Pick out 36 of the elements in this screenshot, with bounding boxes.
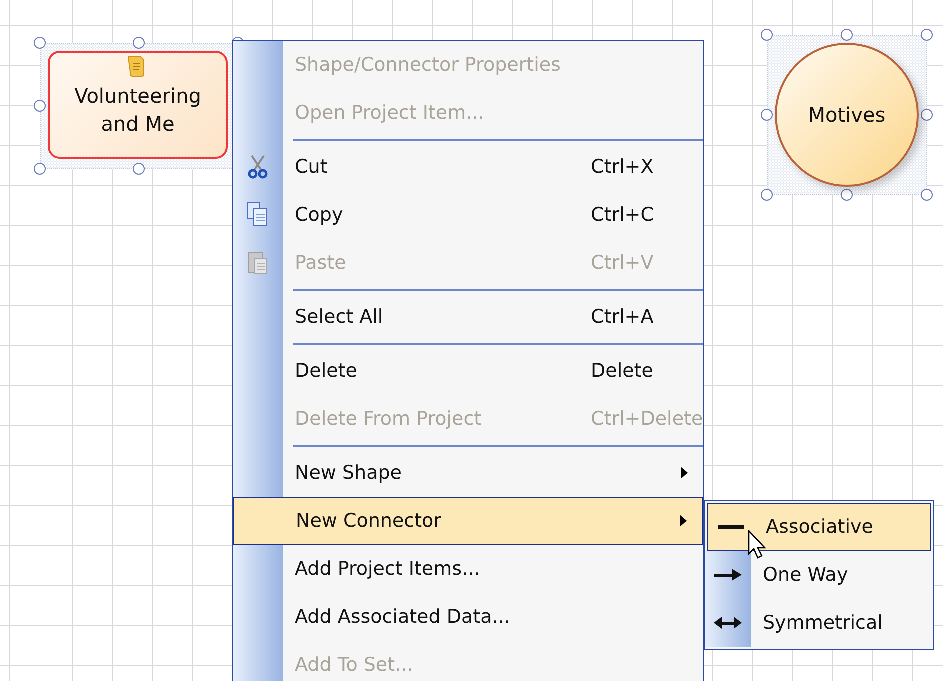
resize-handle[interactable]: [841, 189, 853, 201]
scissors-icon: [247, 154, 269, 180]
mouse-cursor-icon: [748, 530, 768, 560]
submenu-arrow-icon: [681, 467, 688, 479]
menu-item[interactable]: New Connector: [233, 497, 703, 545]
menu-item[interactable]: Add Project Items...: [233, 545, 703, 593]
resize-handle[interactable]: [921, 189, 933, 201]
resize-handle[interactable]: [34, 37, 46, 49]
menu-item[interactable]: Delete Delete: [233, 347, 703, 395]
menu-item[interactable]: Select All Ctrl+A: [233, 293, 703, 341]
resize-handle[interactable]: [761, 109, 773, 121]
resize-handle[interactable]: [133, 37, 145, 49]
double-arrow-icon: [714, 617, 742, 629]
submenu-arrow-icon: [680, 515, 687, 527]
diagram-shape[interactable]: Volunteering and Me: [48, 51, 228, 159]
copy-icon: [247, 202, 269, 228]
resize-handle[interactable]: [34, 163, 46, 175]
resize-handle[interactable]: [133, 163, 145, 175]
resize-handle[interactable]: [921, 109, 933, 121]
resize-handle[interactable]: [34, 100, 46, 112]
clipboard-icon: [247, 250, 269, 276]
note-icon[interactable]: [126, 55, 146, 79]
menu-item[interactable]: Symmetrical: [705, 599, 933, 647]
menu-item[interactable]: Cut Ctrl+X: [233, 143, 703, 191]
resize-handle[interactable]: [761, 189, 773, 201]
shape-label: Volunteering and Me: [74, 83, 202, 138]
resize-handle[interactable]: [841, 29, 853, 41]
arrow-icon: [714, 569, 742, 581]
menu-item[interactable]: Add Associated Data...: [233, 593, 703, 641]
menu-item[interactable]: New Shape: [233, 449, 703, 497]
shape-label: Motives: [808, 102, 886, 129]
menu-item[interactable]: Associative: [707, 503, 931, 551]
resize-handle[interactable]: [761, 29, 773, 41]
menu-item[interactable]: Copy Ctrl+C: [233, 191, 703, 239]
menu-item[interactable]: One Way: [705, 551, 933, 599]
resize-handle[interactable]: [921, 29, 933, 41]
